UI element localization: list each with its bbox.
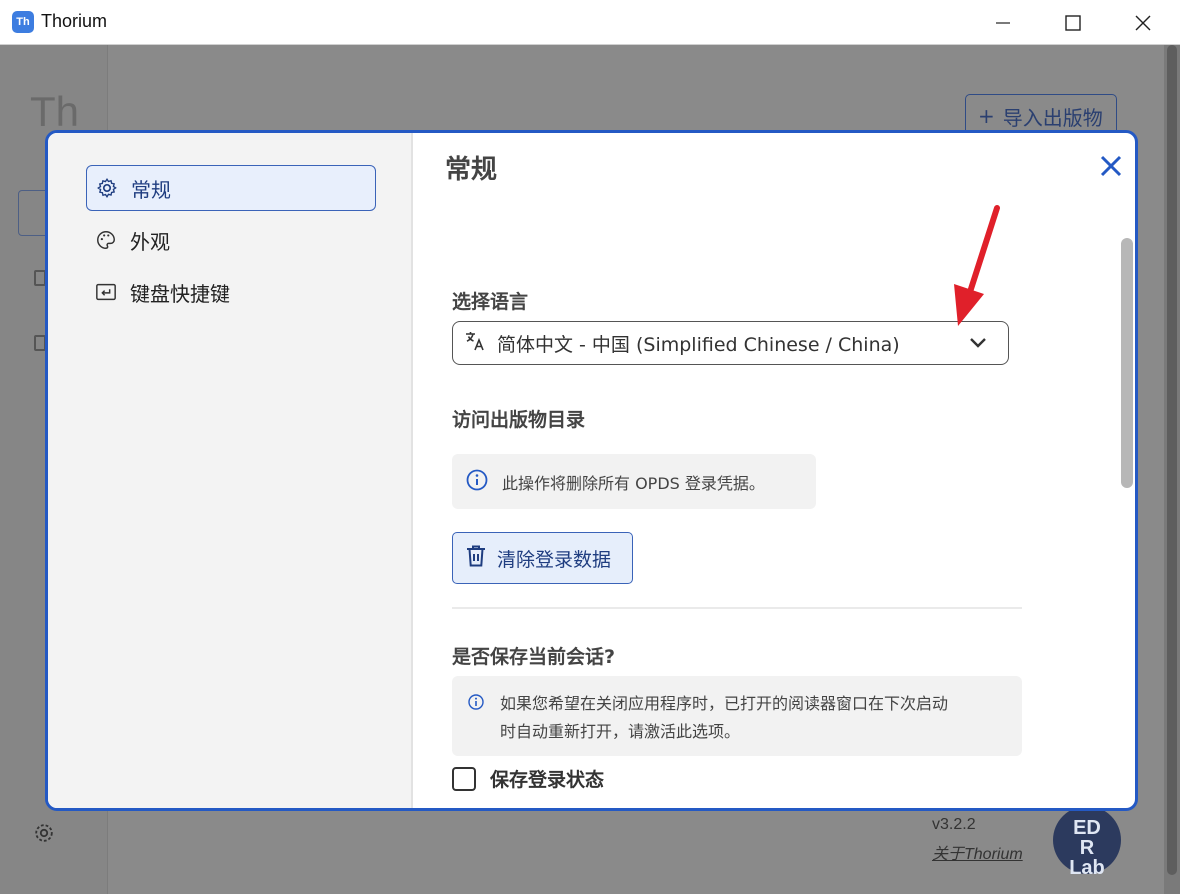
clear-login-data-button[interactable]: 清除登录数据 (452, 532, 633, 584)
nav-item-label: 外观 (130, 229, 170, 254)
section-divider (452, 607, 1022, 609)
title-bar: Th Thorium (0, 0, 1180, 45)
info-icon (468, 694, 484, 714)
plus-icon: + (978, 104, 995, 128)
language-section-label: 选择语言 (452, 291, 529, 313)
opds-info-box: 此操作将删除所有 OPDS 登录凭据。 (452, 454, 816, 509)
app-version: v3.2.2 (932, 816, 976, 833)
gear-icon (95, 176, 119, 200)
session-section-label: 是否保存当前会话? (452, 646, 616, 668)
maximize-button[interactable] (1038, 0, 1108, 45)
minimize-button[interactable] (968, 0, 1038, 45)
catalog-section-label: 访问出版物目录 (452, 409, 586, 431)
app-icon: Th (12, 11, 34, 33)
import-button-label: 导入出版物 (1002, 105, 1103, 130)
nav-item-appearance[interactable]: 外观 (86, 217, 376, 263)
palette-icon (94, 228, 118, 252)
maximize-icon (1065, 14, 1081, 31)
nav-item-keyboard-shortcuts[interactable]: 键盘快捷键 (86, 269, 376, 315)
settings-gear-icon[interactable] (33, 822, 55, 848)
opds-info-text: 此操作将删除所有 OPDS 登录凭据。 (502, 473, 765, 493)
trash-icon (465, 544, 487, 573)
close-icon (1135, 15, 1151, 30)
settings-nav: 常规 外观 键盘快捷键 (48, 133, 413, 808)
dialog-scrollbar-thumb[interactable] (1121, 238, 1133, 488)
clear-button-label: 清除登录数据 (497, 548, 612, 571)
close-dialog-button[interactable] (1096, 151, 1126, 181)
nav-item-label: 键盘快捷键 (130, 281, 230, 306)
app-logo: Th (30, 88, 80, 135)
edrlab-logo: ED R Lab (1053, 806, 1121, 878)
language-select[interactable]: 简体中文 - 中国 (Simplified Chinese / China) (452, 321, 1009, 365)
session-info-text: 如果您希望在关闭应用程序时，已打开的阅读器窗口在下次启动 时自动重新打开，请激活… (500, 690, 948, 746)
page-scrollbar-thumb[interactable] (1167, 45, 1177, 875)
session-info-line: 如果您希望在关闭应用程序时，已打开的阅读器窗口在下次启动 (500, 694, 949, 713)
close-icon (1100, 155, 1122, 177)
save-session-label: 保存登录状态 (490, 769, 605, 791)
close-window-button[interactable] (1108, 0, 1178, 45)
window-title: Thorium (41, 11, 108, 31)
minimize-icon (996, 21, 1010, 24)
nav-item-label: 常规 (131, 177, 171, 202)
keyboard-return-icon (94, 280, 118, 304)
about-link[interactable]: 关于Thorium (932, 840, 1023, 864)
translate-icon (463, 329, 487, 358)
info-icon (466, 469, 488, 495)
save-session-option[interactable]: 保存登录状态 (452, 765, 604, 792)
dialog-title: 常规 (445, 155, 498, 185)
save-session-checkbox[interactable] (452, 766, 476, 791)
annotation-arrow-icon (954, 205, 1000, 326)
session-info-line: 时自动重新打开，请激活此选项。 (500, 722, 741, 741)
session-info-box: 如果您希望在关闭应用程序时，已打开的阅读器窗口在下次启动 时自动重新打开，请激活… (452, 676, 1022, 756)
nav-item-general[interactable]: 常规 (86, 165, 376, 211)
language-select-value: 简体中文 - 中国 (Simplified Chinese / China) (497, 333, 900, 356)
